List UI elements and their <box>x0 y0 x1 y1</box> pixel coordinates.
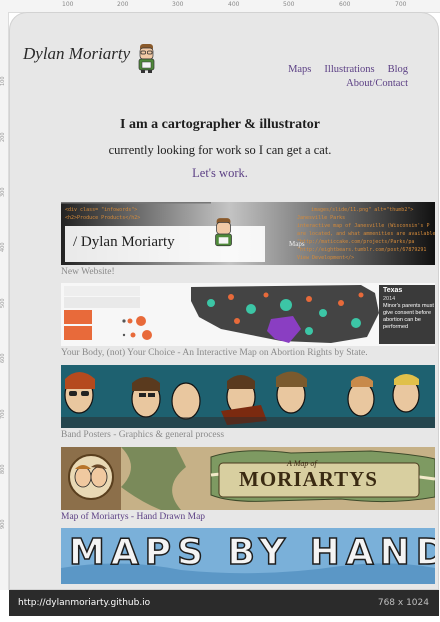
project-caption[interactable]: Band Posters - Graphics & general proces… <box>61 430 435 440</box>
ruler-label: 600 <box>339 1 351 8</box>
main-nav: Maps Illustrations Blog About/Contact <box>268 63 408 91</box>
project-card: MAPS BY HAND <box>61 528 435 584</box>
lets-work-link[interactable]: Let's work. <box>0 166 440 181</box>
ruler-label: 300 <box>0 187 6 197</box>
svg-text:View Development</>: View Development</> <box>297 255 354 261</box>
project-thumbnail[interactable]: Texas 2014 Minor's parents must give con… <box>61 283 435 346</box>
project-caption[interactable]: Your Body, (not) Your Choice - An Intera… <box>61 348 435 358</box>
ruler-label: 900 <box>0 519 6 529</box>
ruler-label: 500 <box>0 298 6 308</box>
viewport-size: 768 x 1024 <box>377 598 429 608</box>
project-thumbnail[interactable] <box>61 365 435 428</box>
svg-text:<div class= "infowords">: <div class= "infowords"> <box>65 207 137 213</box>
preview-avatar-icon <box>215 218 232 247</box>
svg-text:interactive map of Janesville: interactive map of Janesville (Wisconsin… <box>297 223 429 229</box>
project-caption[interactable]: New Website! <box>61 267 435 277</box>
project-thumbnail[interactable]: MAPS BY HAND <box>61 528 435 584</box>
svg-text:images/slide/11.png" alt="thum: images/slide/11.png" alt="thumb2"> <box>311 207 413 213</box>
map-info-text: Minor's parents must give consent before… <box>383 303 434 330</box>
status-bar: http://dylanmoriarty.github.io 768 x 102… <box>9 590 439 616</box>
nav-about-contact[interactable]: About/Contact <box>346 78 408 89</box>
site-name[interactable]: Dylan Moriarty <box>23 44 130 64</box>
project-card: <div class= "infowords"> <h2>Produce Pro… <box>61 202 435 277</box>
preview-nav-maps: Maps <box>289 240 305 248</box>
map-state-label: Texas <box>383 287 403 294</box>
project-card: Texas 2014 Minor's parents must give con… <box>61 283 435 358</box>
svg-text:<h2>Produce Products</h2>: <h2>Produce Products</h2> <box>65 215 140 221</box>
project-card: Band Posters - Graphics & general proces… <box>61 365 435 440</box>
maps-by-hand-title: MAPS BY HAND <box>68 531 435 574</box>
ruler-label: 200 <box>0 132 6 142</box>
ruler-label: 500 <box>283 1 295 8</box>
svg-text:Janesville Parks: Janesville Parks <box>297 215 345 221</box>
nav-maps[interactable]: Maps <box>288 64 311 75</box>
ruler-label: 800 <box>0 464 6 474</box>
ruler-label: 400 <box>0 242 6 252</box>
avatar-icon <box>138 44 155 73</box>
svg-text:"http://maticcake.com/projects: "http://maticcake.com/projects/Parks/pa <box>297 239 414 245</box>
ruler-label: 400 <box>228 1 240 8</box>
ruler-label: 200 <box>117 1 129 8</box>
moriartys-title: MORIARTYS <box>239 467 378 491</box>
project-thumbnail[interactable]: A Map of MORIARTYS <box>61 447 435 510</box>
project-thumbnail[interactable]: <div class= "infowords"> <h2>Produce Pro… <box>61 202 435 265</box>
band-poster-image <box>61 365 435 428</box>
svg-text:"http://eightbears.tumblr.com/: "http://eightbears.tumblr.com/post/67879… <box>297 247 426 253</box>
status-url[interactable]: http://dylanmoriarty.github.io <box>18 598 150 608</box>
ruler-label: 700 <box>0 409 6 419</box>
nav-illustrations[interactable]: Illustrations <box>324 64 374 75</box>
ruler-label: 600 <box>0 353 6 363</box>
ruler-left: 100 200 300 400 500 600 700 800 900 <box>0 12 9 590</box>
project-card: A Map of MORIARTYS Map of Moriartys - Ha… <box>61 447 435 522</box>
ruler-label: 100 <box>0 76 6 86</box>
svg-text:are located, and what ammeniti: are located, and what ammenities are ava… <box>297 231 435 237</box>
project-caption[interactable]: Map of Moriartys - Hand Drawn Map <box>61 512 435 522</box>
preview-logo-text: / Dylan Moriarty <box>73 234 175 250</box>
intro-title: I am a cartographer & illustrator <box>120 117 320 132</box>
intro-subtitle: currently looking for work so I can get … <box>108 143 332 157</box>
ruler-label: 100 <box>62 1 74 8</box>
ruler-label: 300 <box>172 1 184 8</box>
nav-blog[interactable]: Blog <box>388 64 408 75</box>
map-year-label: 2014 <box>383 296 396 302</box>
ruler-label: 700 <box>395 1 407 8</box>
map-preview-image <box>61 283 435 346</box>
